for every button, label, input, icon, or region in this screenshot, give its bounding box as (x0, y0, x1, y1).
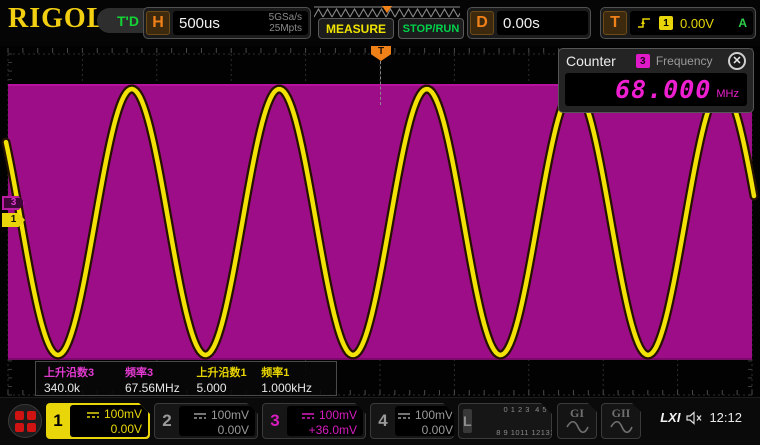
channel-offset: 0.00V (110, 422, 142, 436)
channel-4-button[interactable]: 4 100mV 0.00V (370, 403, 454, 439)
close-icon[interactable]: ✕ (728, 52, 746, 70)
channel-offset: 0.00V (421, 423, 454, 437)
generator-2-label: GII (611, 406, 631, 420)
channel-scale: 100mV (103, 407, 142, 421)
stop-run-button[interactable]: STOP/RUN (398, 18, 464, 39)
channel-scale: 100mV (415, 408, 454, 422)
measurement-value: 1.000kHz (261, 381, 312, 395)
horizontal-key-icon: H (146, 11, 170, 35)
channel-scale: 100mV (318, 408, 357, 422)
sine-icon (609, 421, 633, 433)
measurement-item: 频率1 1.000kHz (261, 364, 328, 395)
horizontal-timebase-panel[interactable]: H 500us 5GSa/s 25Mpts (143, 7, 311, 39)
channel-1-button[interactable]: 1 100mV 0.00V (46, 403, 150, 439)
trigger-panel[interactable]: T 1 0.00V A (600, 7, 756, 39)
rigol-logo: RIGOL (8, 3, 107, 34)
memory-depth: 25Mpts (269, 23, 302, 34)
logic-row-1: 0 1 2 3 4 5 6 7 (503, 405, 562, 415)
waveform-display-area: T 3 1 Counter 3 Frequency ✕ 68.000 MHz 上… (0, 46, 760, 397)
counter-source-badge: 3 (635, 54, 650, 68)
speaker-muted-icon[interactable] (686, 410, 703, 425)
delay-panel[interactable]: D 0.00s (467, 7, 591, 39)
counter-mode-label: Frequency (655, 54, 713, 68)
sample-rate: 5GSa/s (268, 11, 302, 23)
measurement-label: 频率3 (125, 367, 154, 379)
counter-display: 68.000 MHz (565, 73, 747, 106)
timebase-inset: 500us 5GSa/s 25Mpts (173, 11, 308, 35)
channel-2-button[interactable]: 2 100mV 0.00V (154, 403, 258, 439)
counter-titlebar: Counter 3 Frequency ✕ (559, 49, 753, 73)
measurement-label: 频率1 (261, 367, 290, 379)
generator-2-button[interactable]: GII (601, 403, 641, 439)
lxi-logo: LXI (660, 410, 681, 425)
timebase-value: 500us (179, 14, 220, 32)
clock: 12:12 (709, 410, 742, 425)
measurement-value: 340.0k (44, 381, 81, 395)
sample-rate-readout: 5GSa/s 25Mpts (269, 12, 302, 35)
counter-title: Counter (566, 53, 616, 69)
channel-number: 3 (270, 411, 280, 430)
channel-number: 1 (53, 411, 63, 430)
delay-value: 0.00s (503, 14, 540, 32)
channel-number: 4 (378, 411, 388, 430)
logic-channels-button[interactable]: L 0 1 2 3 4 5 6 7 8 9 1011 12131415 (458, 403, 552, 439)
measurement-value: 67.56MHz (125, 381, 180, 395)
memory-position-strip[interactable] (314, 5, 460, 19)
dc-coupling-icon (397, 411, 411, 421)
channel-status-bar: 1 100mV 0.00V 2 100mV 0.00V 3 100mV +36.… (0, 397, 760, 445)
measurement-overlay: 上升沿数3 340.0k 频率3 67.56MHz 上升沿数1 5.000 频率… (35, 361, 337, 396)
delay-key-icon: D (470, 11, 494, 35)
counter-popup: Counter 3 Frequency ✕ 68.000 MHz (558, 48, 754, 113)
trigger-key-icon: T (603, 11, 627, 35)
dc-coupling-icon (301, 411, 315, 421)
counter-frequency-value: 68.000 (615, 75, 712, 104)
dc-coupling-icon (86, 410, 100, 420)
channel-offset: 0.00V (217, 423, 249, 437)
trigger-level-value: 0.00V (680, 15, 714, 31)
generator-1-button[interactable]: GI (557, 403, 597, 439)
measurement-item: 上升沿数3 340.0k (44, 364, 125, 395)
channel-number: 2 (162, 411, 172, 430)
measurement-item: 频率3 67.56MHz (125, 364, 196, 395)
menu-button[interactable] (8, 404, 42, 438)
trigger-source-badge: 1 (659, 16, 673, 30)
oscilloscope-screen: RIGOL T'D H 500us 5GSa/s 25Mpts MEASURE … (0, 0, 760, 445)
measure-button[interactable]: MEASURE (318, 18, 394, 39)
dc-coupling-icon (193, 411, 207, 421)
generator-1-label: GI (569, 406, 584, 420)
top-status-bar: RIGOL T'D H 500us 5GSa/s 25Mpts MEASURE … (0, 0, 760, 46)
channel-3-button[interactable]: 3 100mV +36.0mV (262, 403, 366, 439)
channel-offset: +36.0mV (308, 423, 357, 437)
channel-scale: 100mV (210, 408, 249, 422)
counter-frequency-unit: MHz (716, 88, 739, 100)
trigger-position-line (380, 61, 381, 105)
logic-key-label: L (463, 409, 472, 433)
trigger-sweep-mode: A (738, 16, 747, 30)
measurement-item: 上升沿数1 5.000 (196, 364, 261, 395)
sine-icon (565, 421, 589, 433)
measurement-label: 上升沿数3 (44, 367, 95, 379)
measurement-value: 5.000 (196, 381, 227, 395)
rising-edge-icon (638, 18, 650, 28)
measurement-label: 上升沿数1 (196, 367, 247, 379)
